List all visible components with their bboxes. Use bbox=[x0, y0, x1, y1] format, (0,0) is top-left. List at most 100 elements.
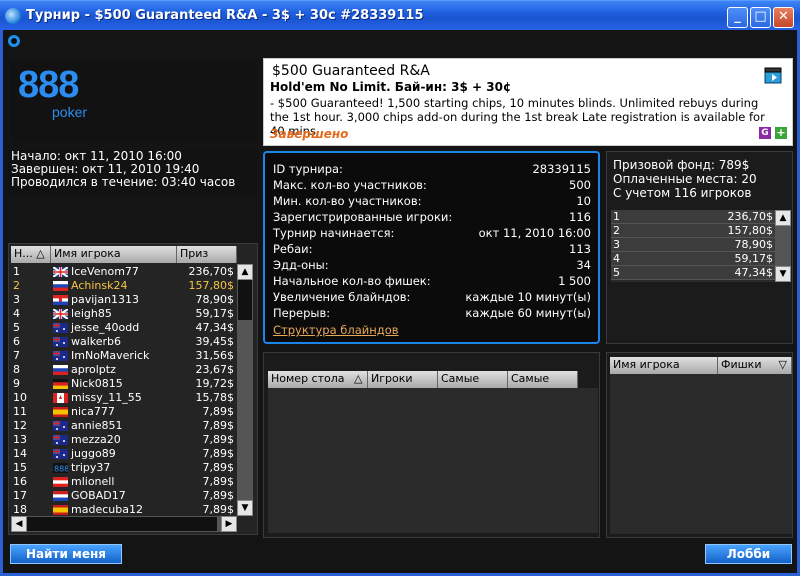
player-row[interactable]: 11 nica777 7,89$ bbox=[11, 405, 236, 419]
tables-list: Номер стола △ Игроки Самые ни... Самые в… bbox=[263, 352, 600, 538]
player-prize: 59,17$ bbox=[195, 307, 235, 320]
player-prize: 15,78$ bbox=[195, 391, 235, 404]
player-prize: 31,56$ bbox=[195, 349, 235, 362]
scroll-right-icon[interactable]: ▶ bbox=[221, 516, 237, 532]
player-name: tripy37 bbox=[71, 461, 111, 474]
player-row[interactable]: 14 juggo89 7,89$ bbox=[11, 447, 236, 461]
prize-place: 5 bbox=[613, 266, 620, 279]
player-row[interactable]: 17 GOBAD17 7,89$ bbox=[11, 489, 236, 503]
detail-value: 28339115 bbox=[532, 162, 591, 176]
flag-icon: 888 bbox=[53, 463, 68, 473]
tournament-header: $500 Guaranteed R&A Hold'em No Limit. Ба… bbox=[263, 58, 793, 146]
player-row[interactable]: 7 ImNoMaverick 31,56$ bbox=[11, 349, 236, 363]
close-button[interactable]: ✕ bbox=[773, 7, 794, 28]
column-header-min-stack[interactable]: Самые ни... bbox=[438, 371, 508, 401]
prize-row: 2 157,80$ bbox=[611, 224, 775, 238]
find-me-button[interactable]: Найти меня bbox=[10, 544, 122, 564]
tables-body bbox=[268, 388, 598, 533]
prize-scroll-down-icon[interactable]: ▼ bbox=[775, 266, 791, 282]
tournament-status: Завершено bbox=[270, 127, 349, 141]
maximize-button[interactable]: □ bbox=[750, 7, 771, 28]
player-prize: 7,89$ bbox=[202, 489, 235, 502]
window-menu-icon[interactable] bbox=[8, 35, 20, 47]
detail-value: каждые 10 минут(ы) bbox=[465, 290, 591, 304]
player-name: madecuba12 bbox=[71, 503, 143, 516]
players-vertical-scrollbar[interactable]: ▲ ▼ bbox=[237, 264, 253, 516]
minimize-button[interactable]: _ bbox=[727, 7, 748, 28]
players-horizontal-scrollbar[interactable]: ◀ ▶ bbox=[11, 516, 237, 532]
player-name: aprolptz bbox=[71, 363, 116, 376]
column-header-max-stack[interactable]: Самые вы... bbox=[508, 371, 578, 401]
video-icon[interactable] bbox=[764, 65, 784, 85]
prize-pool-total: Призовой фонд: 789$ bbox=[613, 158, 750, 172]
flag-icon bbox=[53, 267, 68, 277]
player-row[interactable]: 18 madecuba12 7,89$ bbox=[11, 503, 236, 517]
scroll-thumb[interactable] bbox=[238, 280, 252, 320]
prize-scrollbar[interactable]: ▲ ▼ bbox=[775, 210, 791, 282]
player-row[interactable]: 3 pavijan1313 78,90$ bbox=[11, 293, 236, 307]
player-row[interactable]: 16 mlionell 7,89$ bbox=[11, 475, 236, 489]
player-prize: 7,89$ bbox=[202, 419, 235, 432]
prize-amount: 47,34$ bbox=[734, 266, 774, 279]
prize-row: 4 59,17$ bbox=[611, 252, 775, 266]
column-header-chips[interactable]: Фишки ▽ bbox=[718, 357, 792, 374]
column-header-rank[interactable]: Н... △ bbox=[11, 246, 51, 263]
prize-scroll-up-icon[interactable]: ▲ bbox=[775, 210, 791, 226]
g-badge-icon[interactable]: G bbox=[759, 127, 771, 139]
column-header-prize[interactable]: Приз bbox=[177, 246, 237, 263]
column-header-chip-player[interactable]: Имя игрока bbox=[610, 357, 718, 374]
player-rank: 1 bbox=[13, 265, 20, 278]
player-name: Nick0815 bbox=[71, 377, 123, 390]
scroll-down-icon[interactable]: ▼ bbox=[237, 500, 253, 516]
player-row[interactable]: 4 leigh85 59,17$ bbox=[11, 307, 236, 321]
player-prize: 7,89$ bbox=[202, 433, 235, 446]
scroll-thumb-horizontal[interactable] bbox=[27, 517, 217, 531]
prize-amount: 236,70$ bbox=[727, 210, 774, 223]
plus-icon[interactable]: + bbox=[775, 127, 787, 139]
prize-pool-panel: Призовой фонд: 789$ Оплаченные места: 20… bbox=[606, 151, 793, 344]
player-rank: 3 bbox=[13, 293, 20, 306]
prize-row: 5 47,34$ bbox=[611, 266, 775, 280]
player-rank: 12 bbox=[13, 419, 27, 432]
lobby-button[interactable]: Лобби bbox=[705, 544, 792, 564]
player-row[interactable]: 15 888 tripy37 7,89$ bbox=[11, 461, 236, 475]
column-header-players[interactable]: Игроки bbox=[368, 371, 438, 388]
player-rank: 14 bbox=[13, 447, 27, 460]
column-header-player-name[interactable]: Имя игрока bbox=[51, 246, 177, 263]
flag-icon bbox=[53, 449, 68, 459]
player-row[interactable]: 9 Nick0815 19,72$ bbox=[11, 377, 236, 391]
player-row[interactable]: 6 walkerb6 39,45$ bbox=[11, 335, 236, 349]
paid-places: Оплаченные места: 20 bbox=[613, 172, 757, 186]
player-row[interactable]: 5 jesse_40odd 47,34$ bbox=[11, 321, 236, 335]
flag-icon bbox=[53, 295, 68, 305]
prize-row: 3 78,90$ bbox=[611, 238, 775, 252]
sort-down-triangle-icon: ▽ bbox=[778, 358, 787, 371]
flag-icon bbox=[53, 491, 68, 501]
detail-row: Мин. кол-во участников: 10 bbox=[273, 193, 591, 209]
player-row[interactable]: 8 aprolptz 23,67$ bbox=[11, 363, 236, 377]
player-rank: 2 bbox=[13, 279, 20, 292]
player-row[interactable]: 1 IceVenom77 236,70$ bbox=[11, 265, 236, 279]
sort-triangle-icon: △ bbox=[354, 372, 363, 385]
scroll-left-icon[interactable]: ◀ bbox=[11, 516, 27, 532]
prize-amount: 59,17$ bbox=[734, 252, 774, 265]
player-row[interactable]: 12 annie851 7,89$ bbox=[11, 419, 236, 433]
player-name: GOBAD17 bbox=[71, 489, 126, 502]
flag-icon bbox=[53, 435, 68, 445]
blind-structure-link[interactable]: Структура блайндов bbox=[273, 323, 399, 337]
detail-row: Турнир начинается: окт 11, 2010 16:00 bbox=[273, 225, 591, 241]
detail-label: Зарегистрированные игроки: bbox=[273, 210, 453, 224]
player-rank: 6 bbox=[13, 335, 20, 348]
scroll-up-icon[interactable]: ▲ bbox=[237, 264, 253, 280]
player-row[interactable]: 10 missy_11_55 15,78$ bbox=[11, 391, 236, 405]
column-header-table-number[interactable]: Номер стола △ bbox=[268, 371, 368, 388]
player-prize: 47,34$ bbox=[195, 321, 235, 334]
player-name: jesse_40odd bbox=[71, 321, 140, 334]
player-name: juggo89 bbox=[71, 447, 116, 460]
player-row[interactable]: 13 mezza20 7,89$ bbox=[11, 433, 236, 447]
players-list: Н... △ Имя игрока Приз 1 IceVenom77 236,70… bbox=[8, 243, 258, 535]
player-row[interactable]: 2 Achinsk24 157,80$ bbox=[11, 279, 236, 293]
logo-number: 888 bbox=[18, 64, 79, 106]
tournament-details: ID турнира: 28339115 Макс. кол-во участник… bbox=[263, 151, 600, 344]
player-prize: 236,70$ bbox=[188, 265, 235, 278]
